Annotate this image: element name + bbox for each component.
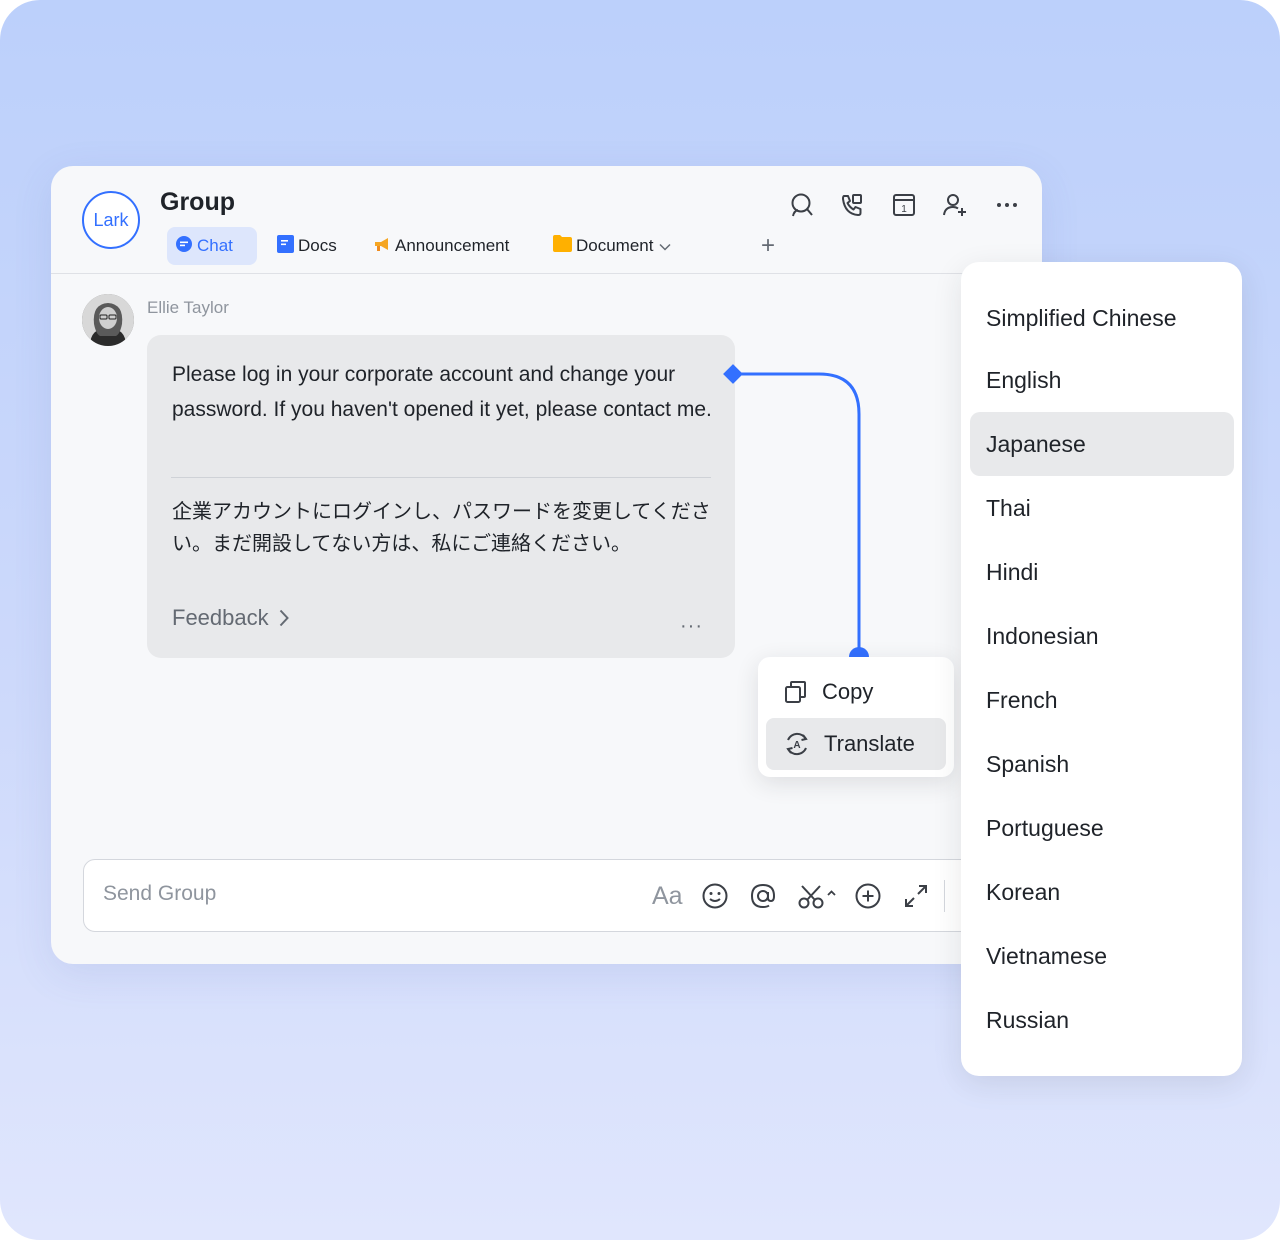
tab-label: Document — [576, 236, 654, 255]
tab-label: Chat — [197, 236, 233, 255]
language-item-spanish[interactable]: Spanish — [970, 732, 1234, 796]
toolbar-divider — [944, 880, 945, 912]
chat-icon — [175, 235, 193, 258]
language-item-hindi[interactable]: Hindi — [970, 540, 1234, 604]
background: Lark Group Chat Docs Announcement Docume… — [0, 0, 1280, 1240]
screenshot-icon[interactable] — [796, 878, 840, 914]
language-item-korean[interactable]: Korean — [970, 860, 1234, 924]
format-button[interactable]: Aa — [652, 878, 683, 914]
language-item-japanese[interactable]: Japanese — [970, 412, 1234, 476]
sender-name: Ellie Taylor — [147, 298, 229, 317]
tab-docs[interactable]: Docs — [269, 227, 345, 265]
translate-icon: A — [786, 732, 808, 756]
expand-icon[interactable] — [902, 878, 930, 914]
language-item-russian[interactable]: Russian — [970, 988, 1234, 1052]
feedback-label: Feedback — [172, 605, 269, 630]
text-format-icon: Aa — [652, 881, 683, 910]
translate-menu-item[interactable]: A Translate — [766, 718, 946, 770]
group-avatar[interactable]: Lark — [82, 191, 140, 249]
more-icon[interactable] — [992, 190, 1022, 220]
language-item-thai[interactable]: Thai — [970, 476, 1234, 540]
message-composer: Send Group Aa — [83, 859, 983, 932]
tab-label: Docs — [298, 236, 337, 255]
message-bubble[interactable]: Please log in your corporate account and… — [147, 335, 735, 658]
language-item-french[interactable]: French — [970, 668, 1234, 732]
calendar-icon[interactable]: 1 — [889, 190, 919, 220]
message-text: Please log in your corporate account and… — [172, 363, 712, 421]
message-more-button[interactable]: ··· — [680, 615, 703, 638]
mention-icon[interactable] — [749, 878, 777, 914]
add-icon[interactable] — [854, 878, 882, 914]
composer-input[interactable]: Send Group — [103, 882, 216, 906]
tab-label: Announcement — [395, 236, 510, 255]
folder-icon — [553, 235, 572, 257]
language-item-english[interactable]: English — [970, 348, 1234, 412]
chat-header: Lark Group Chat Docs Announcement Docume… — [51, 166, 1042, 274]
megaphone-icon — [373, 235, 391, 258]
copy-label: Copy — [822, 679, 874, 704]
page-title: Group — [160, 188, 235, 216]
svg-text:A: A — [793, 740, 800, 751]
plus-icon: + — [761, 232, 776, 259]
add-member-icon[interactable] — [940, 190, 970, 220]
svg-text:1: 1 — [901, 204, 907, 215]
logo-text: Lark — [93, 209, 129, 230]
language-item-vietnamese[interactable]: Vietnamese — [970, 924, 1234, 988]
chevron-down-icon — [659, 236, 672, 256]
call-icon[interactable] — [837, 190, 867, 220]
tab-announcement[interactable]: Announcement — [365, 227, 517, 265]
search-icon[interactable] — [786, 190, 816, 220]
language-menu: Simplified Chinese English Japanese Thai… — [961, 262, 1242, 1076]
add-tab-button[interactable]: + — [753, 227, 783, 265]
translation-divider — [171, 477, 711, 478]
language-item-indonesian[interactable]: Indonesian — [970, 604, 1234, 668]
tab-document[interactable]: Document — [545, 227, 679, 265]
chat-window: Lark Group Chat Docs Announcement Docume… — [51, 166, 1042, 964]
docs-icon — [277, 234, 294, 258]
tab-chat[interactable]: Chat — [167, 227, 257, 265]
copy-menu-item[interactable]: Copy — [766, 666, 946, 718]
chevron-right-icon — [279, 609, 289, 627]
avatar[interactable] — [82, 294, 134, 346]
emoji-icon[interactable] — [701, 878, 729, 914]
message-context-menu: Copy A Translate — [758, 657, 954, 777]
language-item-simplified-chinese[interactable]: Simplified Chinese — [970, 286, 1234, 350]
translate-label: Translate — [824, 731, 915, 756]
language-item-portuguese[interactable]: Portuguese — [970, 796, 1234, 860]
feedback-link[interactable]: Feedback — [172, 605, 289, 631]
copy-icon — [785, 681, 806, 703]
translated-text: 企業アカウントにログインし、パスワードを変更してください。まだ開設してない方は、… — [172, 499, 711, 555]
